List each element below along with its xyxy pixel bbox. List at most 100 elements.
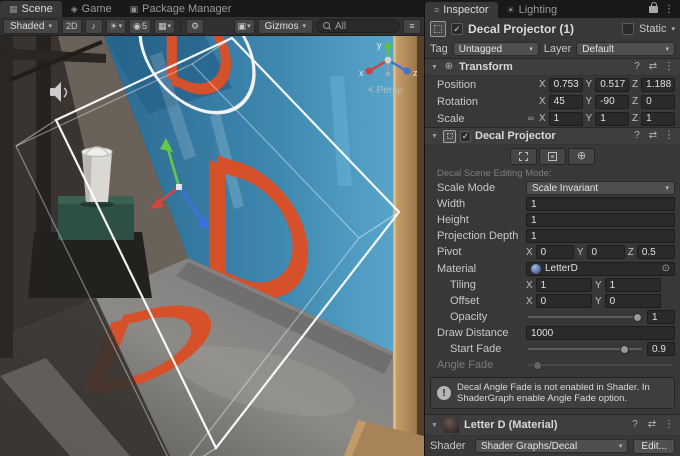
component-enabled-checkbox[interactable]: ✓ <box>460 131 471 142</box>
camera-dropdown[interactable]: ▣ ▾ <box>234 19 255 34</box>
tab-inspector[interactable]: ≡ Inspector <box>425 2 498 18</box>
visibility-icon: ◉ <box>133 21 141 32</box>
foldout-icon[interactable]: ▼ <box>430 64 439 71</box>
opacity-slider[interactable] <box>526 310 644 324</box>
scene-search-input[interactable]: All <box>316 19 400 33</box>
rotation-y-field[interactable]: -90 <box>595 95 629 109</box>
scale-y-field[interactable]: 1 <box>595 112 629 126</box>
chevron-down-icon: ▾ <box>665 184 669 192</box>
scene-viewport[interactable]: y x z < Persp <box>0 36 424 456</box>
scene-visibility-toggle[interactable]: ◉ 5 <box>129 19 151 34</box>
static-checkbox[interactable] <box>622 23 634 35</box>
grid-dropdown[interactable]: ▦ ▾ <box>154 19 175 34</box>
material-section-title: Letter D (Material) <box>464 419 624 431</box>
tab-game[interactable]: ◈ Game <box>62 1 121 17</box>
tiling-y-field[interactable]: 1 <box>605 278 661 292</box>
scene-toolbar: Shaded ▾ 2D ♪ ☀ ▾ ◉ 5 ▦ ▾ ⚙ ▣ ▾ <box>0 17 424 36</box>
menu-icon[interactable]: ⋮ <box>663 131 675 141</box>
field-label: Rotation <box>437 96 523 108</box>
edit-crop-button[interactable] <box>539 148 566 165</box>
axis-z-label: z <box>413 68 418 78</box>
edit-scale-button[interactable] <box>510 148 537 165</box>
material-thumbnail-icon <box>531 264 541 274</box>
inspector-panel: ≡ Inspector ☀ Lighting ⋮ ✓ Decal Project… <box>425 0 680 456</box>
slider-thumb[interactable] <box>620 345 629 354</box>
layer-dropdown[interactable]: Default ▾ <box>576 42 675 56</box>
effects-dropdown[interactable]: ☀ ▾ <box>106 19 127 34</box>
axis-y-label: y <box>377 40 382 50</box>
help-icon[interactable]: ? <box>629 420 641 430</box>
tab-menu-icon[interactable]: ⋮ <box>664 4 674 15</box>
active-checkbox[interactable]: ✓ <box>451 23 463 35</box>
search-options-button[interactable]: ≡ <box>403 19 421 34</box>
scene-tabbar: ▦ Scene ◈ Game ▣ Package Manager <box>0 0 424 17</box>
shader-edit-button[interactable]: Edit... <box>633 439 675 454</box>
tag-dropdown[interactable]: Untagged ▾ <box>453 42 539 56</box>
foldout-icon[interactable]: ▼ <box>430 133 439 140</box>
height-field[interactable]: 1 <box>526 213 675 227</box>
gameobject-icon <box>430 21 446 37</box>
help-icon[interactable]: ? <box>631 131 643 141</box>
preset-icon[interactable]: ⇄ <box>647 62 659 72</box>
offset-x-field[interactable]: 0 <box>536 294 592 308</box>
pivot-y-field[interactable]: 0 <box>587 245 625 259</box>
link-icon[interactable]: ∞ <box>526 114 536 123</box>
draw-distance-field[interactable]: 1000 <box>526 326 675 340</box>
transform-header[interactable]: ▼ ⊕ Transform ? ⇄ ⋮ <box>425 58 680 76</box>
gameobject-name[interactable]: Decal Projector (1) <box>468 22 617 36</box>
chevron-down-icon: ▾ <box>619 442 623 450</box>
help-icon[interactable]: ? <box>631 62 643 72</box>
start-fade-field[interactable]: 0.9 <box>647 342 675 356</box>
gizmos-dropdown[interactable]: Gizmos ▾ <box>258 19 313 34</box>
2d-toggle[interactable]: 2D <box>62 19 82 34</box>
edit-pivot-button[interactable]: ⊕ <box>568 148 595 165</box>
preset-icon[interactable]: ⇄ <box>647 131 659 141</box>
rotation-row: Rotation X 45 Y -90 Z 0 <box>425 93 680 110</box>
rotation-x-field[interactable]: 45 <box>549 95 583 109</box>
angle-fade-warning: ! Decal Angle Fade is not enabled in Sha… <box>430 377 675 409</box>
audio-toggle[interactable]: ♪ <box>85 19 103 34</box>
inspector-tab-icon: ≡ <box>434 5 439 15</box>
scale-z-field[interactable]: 1 <box>641 112 675 126</box>
projection-depth-field[interactable]: 1 <box>526 229 675 243</box>
material-section-header[interactable]: ▼ Letter D (Material) ? ⇄ ⋮ <box>425 414 680 436</box>
tab-package-manager[interactable]: ▣ Package Manager <box>121 1 241 17</box>
warning-text: Decal Angle Fade is not enabled in Shade… <box>457 382 668 404</box>
offset-y-field[interactable]: 0 <box>605 294 661 308</box>
material-object-field[interactable]: LetterD ⊙ <box>526 262 675 276</box>
search-icon <box>323 22 331 30</box>
lock-icon[interactable] <box>649 6 658 13</box>
tab-scene[interactable]: ▦ Scene <box>0 1 62 17</box>
preset-icon[interactable]: ⇄ <box>646 420 658 430</box>
scale-mode-dropdown[interactable]: Scale Invariant ▾ <box>526 181 675 195</box>
static-dropdown-icon[interactable]: ▾ <box>671 25 675 33</box>
list-icon: ≡ <box>409 21 414 31</box>
object-picker-icon[interactable]: ⊙ <box>662 264 670 274</box>
axis-label: X <box>526 296 533 307</box>
axis-label: X <box>526 280 533 291</box>
foldout-icon[interactable]: ▼ <box>430 422 439 429</box>
position-y-field[interactable]: 0.517 <box>595 78 629 92</box>
rotation-z-field[interactable]: 0 <box>641 95 675 109</box>
position-x-field[interactable]: 0.753 <box>549 78 583 92</box>
shader-dropdown[interactable]: Shader Graphs/Decal ▾ <box>475 439 628 453</box>
tiling-x-field[interactable]: 1 <box>536 278 592 292</box>
pivot-x-field[interactable]: 0 <box>536 245 574 259</box>
field-label: Angle Fade <box>437 359 523 371</box>
position-z-field[interactable]: 1.188 <box>641 78 675 92</box>
menu-icon[interactable]: ⋮ <box>663 62 675 72</box>
width-field[interactable]: 1 <box>526 197 675 211</box>
slider-thumb[interactable] <box>633 313 642 322</box>
tab-lighting[interactable]: ☀ Lighting <box>498 2 567 18</box>
decal-projector-header[interactable]: ▼ ✓ Decal Projector ? ⇄ ⋮ <box>425 127 680 145</box>
opacity-field[interactable]: 1 <box>647 310 675 324</box>
scale-x-field[interactable]: 1 <box>549 112 583 126</box>
menu-icon[interactable]: ⋮ <box>663 420 675 430</box>
start-fade-slider[interactable] <box>526 342 644 356</box>
pivot-z-field[interactable]: 0.5 <box>637 245 675 259</box>
field-label: Pivot <box>437 246 523 258</box>
camera-icon: ▣ <box>238 21 247 32</box>
component-tools-button[interactable]: ⚙ <box>186 19 204 34</box>
shading-mode-dropdown[interactable]: Shaded ▾ <box>3 19 59 34</box>
field-label: Width <box>437 198 523 210</box>
